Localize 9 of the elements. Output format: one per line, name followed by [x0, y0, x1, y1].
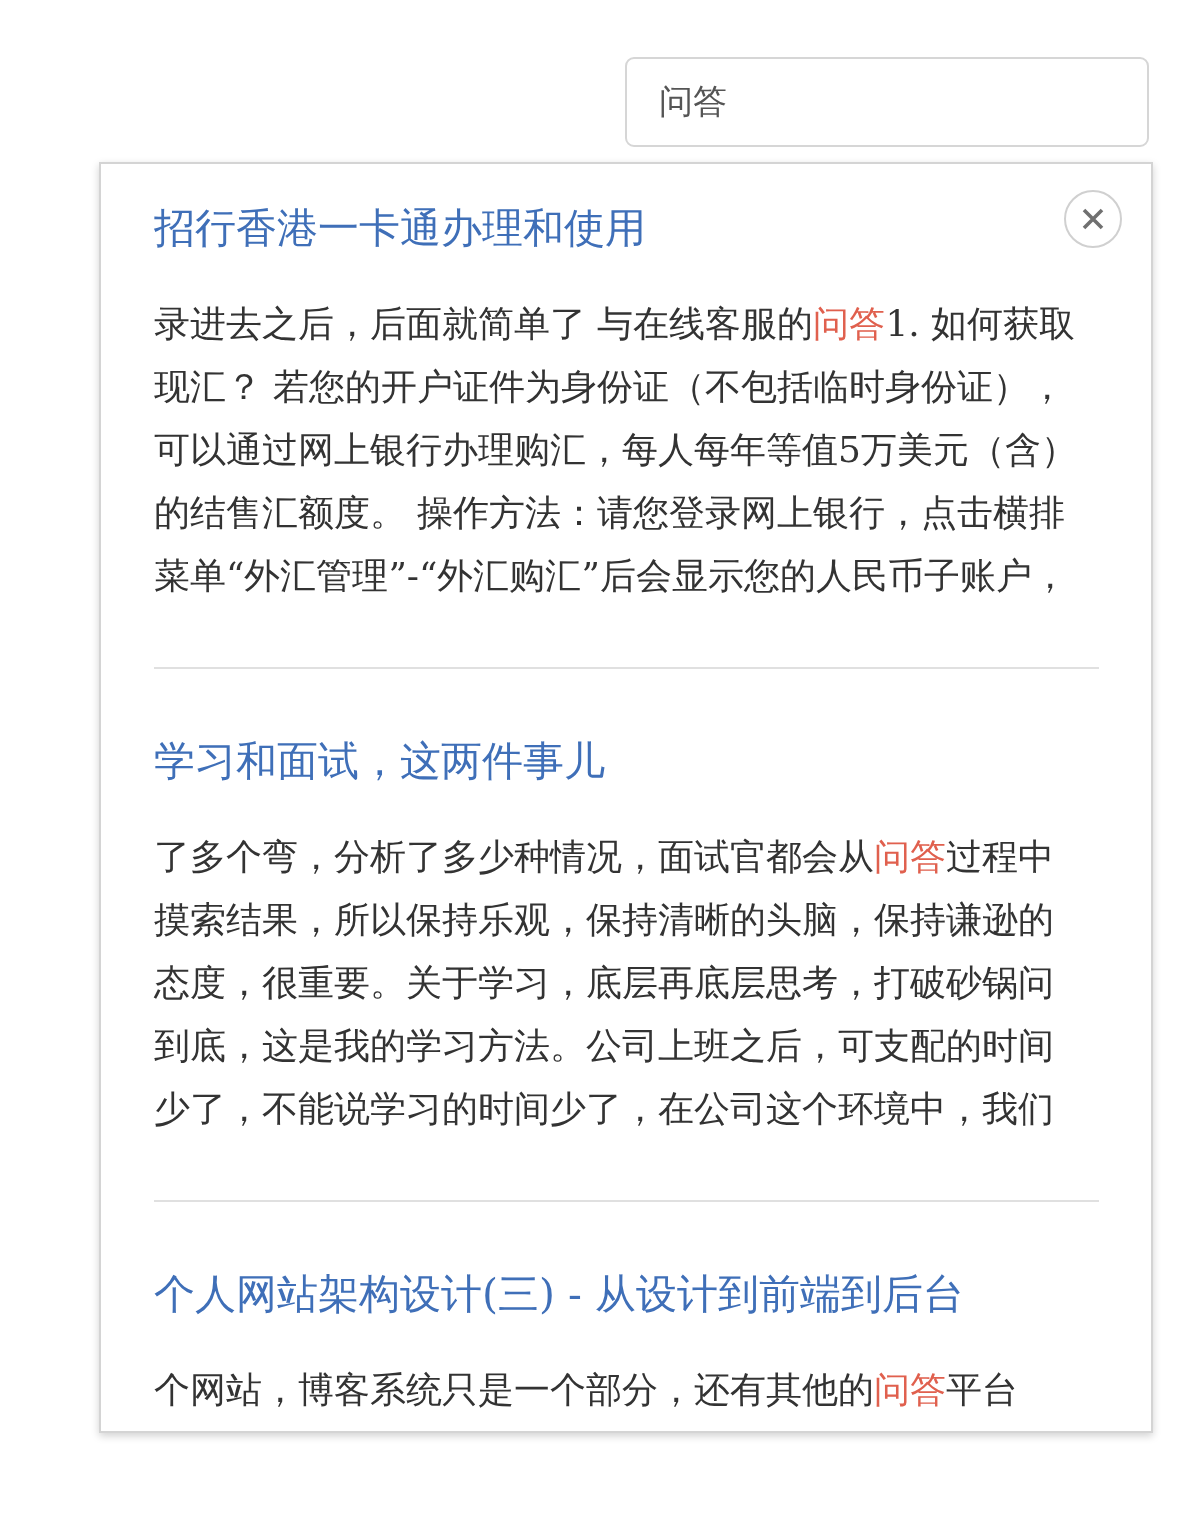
result-title-link[interactable]: 学习和面试，这两件事儿 [154, 735, 605, 787]
search-field[interactable]: 问答 [625, 57, 1149, 147]
result-title-link[interactable]: 个人网站架构设计(三) - 从设计到前端到后台 [154, 1268, 964, 1320]
result-title-link[interactable]: 招行香港一卡通办理和使用 [154, 202, 646, 254]
result-snippet: 录进去之后，后面就简单了 与在线客服的问答1. 如何获取现汇？ 若您的开户证件为身份证（不包括临时身份证），可以通过网上银行办理购汇，每人每年等值5万美元（含）的结售汇额度。 操作方法：请您登录网上银行，点击横排菜单“外汇管理”-“外汇购汇”后会显示您的人民币子账户， [154, 302, 1078, 598]
close-icon [1082, 208, 1104, 230]
result-snippet: 了多个弯，分析了多少种情况，面试官都会从问答过程中摸索结果，所以保持乐观，保持清晰的头脑，保持谦逊的态度，很重要。关于学习，底层再底层思考，打破砂锅问到底，这是我的学习方法。公司上班之后，可支配的时间少了，不能说学习的时间少了，在公司这个环境中，我们 [154, 835, 1055, 1131]
close-button[interactable] [1064, 190, 1122, 248]
result-snippet: 个网站，博客系统只是一个部分，还有其他的问答平台 [154, 1368, 1019, 1412]
